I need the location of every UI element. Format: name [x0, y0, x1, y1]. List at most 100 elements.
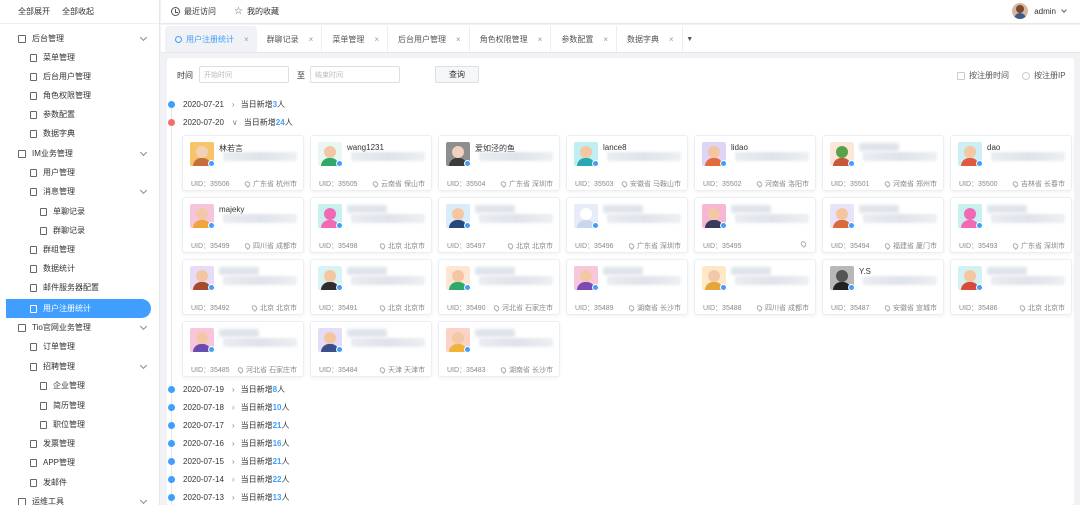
- tab[interactable]: 数据字典 ×: [617, 26, 683, 52]
- user-card[interactable]: majeky UID：35499 四川省 成都市: [182, 197, 304, 253]
- sidebar-item[interactable]: 用户注册统计: [6, 299, 151, 318]
- query-button[interactable]: 查询: [435, 66, 479, 83]
- tab[interactable]: 菜单管理 ×: [322, 26, 389, 52]
- location-pin-icon: [627, 304, 636, 312]
- timeline-entry[interactable]: 2020-07-16 › 当日新增 16 人: [167, 436, 290, 450]
- favorites-button[interactable]: ☆ 我的收藏: [234, 6, 279, 17]
- user-avatar: [190, 266, 214, 290]
- close-icon[interactable]: ×: [309, 35, 314, 44]
- timeline-entry[interactable]: 2020-07-14 › 当日新增 22 人: [167, 472, 290, 486]
- timeline-entry[interactable]: 2020-07-21 › 当日新增 3 人: [167, 97, 285, 111]
- close-icon[interactable]: ×: [244, 35, 249, 44]
- user-card[interactable]: UID：35491 北京 北京市: [310, 259, 432, 315]
- timeline-entry[interactable]: 2020-07-17 › 当日新增 21 人: [167, 418, 290, 432]
- user-card[interactable]: 爱如泾的鱼 UID：35504 广东省 深圳市: [438, 135, 560, 191]
- end-time-input[interactable]: 结束时间: [310, 66, 400, 83]
- user-uid: UID：35498: [319, 243, 358, 250]
- user-card[interactable]: lidao UID：35502 河南省 洛阳市: [694, 135, 816, 191]
- start-time-input[interactable]: 开始时间: [199, 66, 289, 83]
- user-card[interactable]: UID：35492 北京 北京市: [182, 259, 304, 315]
- user-card[interactable]: UID：35485 河北省 石家庄市: [182, 321, 304, 377]
- timeline-entry[interactable]: 2020-07-20 ∨ 当日新增 24 人: [167, 115, 293, 129]
- sidebar-item[interactable]: 招聘管理: [0, 357, 159, 376]
- sidebar-item[interactable]: 企业管理: [0, 376, 159, 395]
- sidebar-item-label: 订单管理: [43, 342, 75, 351]
- user-card[interactable]: UID：35496 广东省 深圳市: [566, 197, 688, 253]
- user-card[interactable]: UID：35486 北京 北京市: [950, 259, 1072, 315]
- tab[interactable]: 用户注册统计 ×: [165, 26, 257, 52]
- sidebar-item[interactable]: 运维工具: [0, 492, 159, 505]
- sidebar-item[interactable]: 简历管理: [0, 396, 159, 415]
- sidebar-item[interactable]: 后台管理: [0, 29, 159, 48]
- sidebar-item[interactable]: 邮件服务器配置: [0, 278, 159, 297]
- sidebar-item[interactable]: 发邮件: [0, 473, 159, 492]
- sidebar-item[interactable]: 用户管理: [0, 163, 159, 182]
- location-pin-icon: [243, 180, 252, 188]
- sidebar-item[interactable]: 数据统计: [0, 259, 159, 278]
- user-card[interactable]: UID：35498 北京 北京市: [310, 197, 432, 253]
- timeline-entry[interactable]: 2020-07-19 › 当日新增 8 人: [167, 382, 285, 396]
- tab-dropdown-icon[interactable]: ▼: [683, 26, 697, 52]
- user-menu[interactable]: admin: [1012, 3, 1067, 19]
- timeline-entry[interactable]: 2020-07-15 › 当日新增 21 人: [167, 454, 290, 468]
- redacted-info: [607, 276, 681, 285]
- location-pin-icon: [1011, 180, 1020, 188]
- tab[interactable]: 角色权限管理 ×: [470, 26, 552, 52]
- sidebar-item[interactable]: 订单管理: [0, 337, 159, 356]
- user-card[interactable]: UID：35497 北京 北京市: [438, 197, 560, 253]
- sidebar-item[interactable]: 后台用户管理: [0, 67, 159, 86]
- sidebar-item[interactable]: 发票管理: [0, 434, 159, 453]
- close-icon[interactable]: ×: [374, 35, 379, 44]
- user-card[interactable]: UID：35494 福建省 厦门市: [822, 197, 944, 253]
- collapse-all-button[interactable]: 全部收起: [62, 6, 94, 17]
- close-icon[interactable]: ×: [538, 35, 543, 44]
- timeline-entry[interactable]: 2020-07-13 › 当日新增 13 人: [167, 490, 290, 504]
- user-card[interactable]: UID：35489 湖南省 长沙市: [566, 259, 688, 315]
- user-card[interactable]: UID：35501 河南省 郑州市: [822, 135, 944, 191]
- sidebar-item[interactable]: 群聊记录: [0, 221, 159, 240]
- redacted-nickname: [347, 267, 387, 275]
- user-card[interactable]: UID：35483 湖南省 长沙市: [438, 321, 560, 377]
- sidebar-item[interactable]: 数据字典: [0, 124, 159, 143]
- by-register-time-checkbox[interactable]: 按注册时间: [957, 70, 1009, 81]
- timeline-entry[interactable]: 2020-07-18 › 当日新增 10 人: [167, 400, 290, 414]
- user-card[interactable]: dao UID：35500 吉林省 长春市: [950, 135, 1072, 191]
- close-icon[interactable]: ×: [456, 35, 461, 44]
- by-register-ip-radio[interactable]: 按注册IP: [1022, 70, 1066, 81]
- sidebar-item[interactable]: 单聊记录: [0, 202, 159, 221]
- user-location: 北京 北京市: [506, 241, 553, 251]
- recent-visits-button[interactable]: 最近访问: [171, 6, 216, 17]
- user-card[interactable]: wang1231 UID：35505 云南省 保山市: [310, 135, 432, 191]
- sidebar-item[interactable]: 消息管理: [0, 182, 159, 201]
- tab[interactable]: 参数配置 ×: [551, 26, 618, 52]
- redacted-info: [223, 152, 297, 161]
- redacted-info: [607, 152, 681, 161]
- user-location: 河南省 洛阳市: [755, 179, 809, 189]
- sidebar-item[interactable]: 角色权限管理: [0, 86, 159, 105]
- user-card[interactable]: 林若言 UID：35506 广东省 杭州市: [182, 135, 304, 191]
- close-icon[interactable]: ×: [603, 35, 608, 44]
- gender-badge-icon: [976, 160, 982, 166]
- sidebar-item-label: 用户注册统计: [43, 304, 91, 313]
- tab[interactable]: 后台用户管理 ×: [388, 26, 470, 52]
- user-card[interactable]: UID：35493 广东省 深圳市: [950, 197, 1072, 253]
- user-card[interactable]: UID：35484 天津 天津市: [310, 321, 432, 377]
- tab[interactable]: 群聊记录 ×: [257, 26, 323, 52]
- sidebar-item[interactable]: 菜单管理: [0, 48, 159, 67]
- user-card[interactable]: UID：35495: [694, 197, 816, 253]
- sidebar-item[interactable]: 群组管理: [0, 240, 159, 259]
- expand-all-button[interactable]: 全部展开: [18, 6, 50, 17]
- timeline-count: 21: [272, 420, 282, 430]
- sidebar-item[interactable]: 参数配置: [0, 105, 159, 124]
- user-card[interactable]: UID：35488 四川省 成都市: [694, 259, 816, 315]
- user-card[interactable]: lance8 UID：35503 安徽省 马鞍山市: [566, 135, 688, 191]
- sidebar-item[interactable]: Tio官网业务管理: [0, 318, 159, 337]
- close-icon[interactable]: ×: [669, 35, 674, 44]
- sidebar-item[interactable]: APP管理: [0, 453, 159, 472]
- user-location-text: 广东省 深圳市: [1021, 243, 1065, 250]
- timeline-prefix: 当日新增: [240, 438, 273, 448]
- user-card[interactable]: Y.S UID：35487 安徽省 宣城市: [822, 259, 944, 315]
- user-card[interactable]: UID：35490 河北省 石家庄市: [438, 259, 560, 315]
- sidebar-item[interactable]: 职位管理: [0, 415, 159, 434]
- sidebar-item[interactable]: IM业务管理: [0, 144, 159, 163]
